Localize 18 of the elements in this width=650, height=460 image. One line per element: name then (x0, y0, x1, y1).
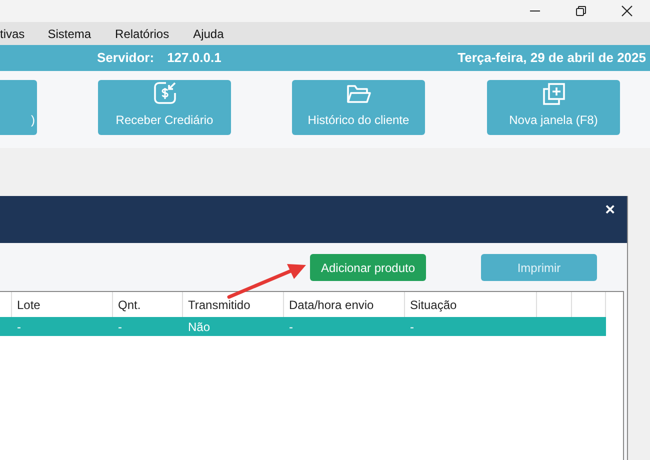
new-window-icon (542, 82, 566, 106)
table-cell-text: - (410, 318, 414, 336)
menu-item[interactable]: tivas (0, 24, 40, 42)
table-cell-text: - (118, 318, 122, 336)
table-cell-text: Não (188, 318, 210, 336)
server-label: Servidor: (97, 49, 154, 68)
money-icon (152, 80, 178, 106)
close-button[interactable]: × (605, 197, 615, 222)
server-address: 127.0.0.1 (167, 49, 222, 68)
date-label: Terça-feira, 29 de abril de 2025 (458, 49, 646, 68)
folder-icon (346, 82, 372, 106)
table-cell-text: - (17, 318, 21, 336)
menu-item[interactable]: Relatórios (107, 24, 178, 42)
table-cell-text: - (289, 318, 293, 336)
close-icon[interactable] (621, 5, 633, 17)
menu-item[interactable]: Sistema (40, 24, 100, 42)
menu-item[interactable]: Ajuda (185, 24, 232, 42)
restore-icon[interactable] (575, 5, 587, 17)
